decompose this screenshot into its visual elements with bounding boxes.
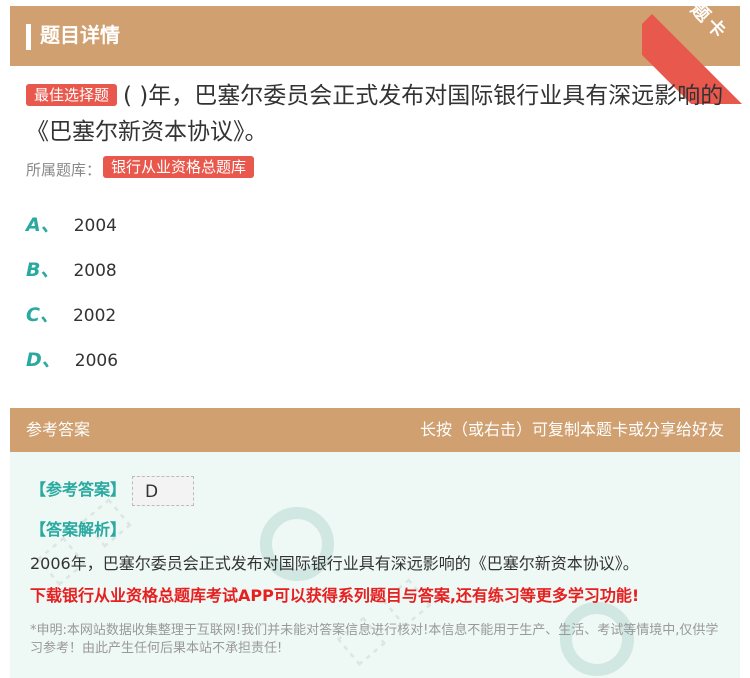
disclaimer: *申明:本网站数据收集整理于互联网!我们并未能对答案信息进行核对!本信息不能用于… — [30, 623, 719, 656]
option-letter: B、 — [26, 259, 60, 281]
answer-value: D — [132, 476, 194, 506]
source-tag[interactable]: 银行从业资格总题库 — [103, 156, 255, 178]
question-text: ( )年，巴塞尔委员会正式发布对国际银行业具有深远影响的《巴塞尔新资本协议》。 — [26, 83, 724, 145]
header-title: 题目详情 — [40, 23, 120, 47]
detail-header: 题目详情 — [10, 6, 740, 66]
option-a[interactable]: A、 2004 — [26, 212, 117, 239]
question-type-tag: 最佳选择题 — [26, 84, 118, 106]
option-d[interactable]: D、 2006 — [26, 347, 118, 374]
answer-label: 【参考答案】 — [30, 480, 127, 499]
analysis-text: 2006年，巴塞尔委员会正式发布对国际银行业具有深远影响的《巴塞尔新资本协议》。 — [30, 554, 639, 573]
source-label: 所属题库： — [26, 161, 102, 179]
download-promo[interactable]: 下载银行从业资格总题库考试APP可以获得系列题目与答案,还有练习等更多学习功能! — [30, 584, 639, 608]
question-stem: 最佳选择题( )年，巴塞尔委员会正式发布对国际银行业具有深远影响的《巴塞尔新资本… — [26, 78, 726, 150]
option-b[interactable]: B、 2008 — [26, 257, 117, 284]
answer-section-title: 参考答案 — [26, 420, 91, 439]
answer-body: ⬚ ⬚ ⬚ ⬚ 【参考答案】 D 【答案解析】 2006年，巴塞尔委员会正式发布… — [10, 452, 740, 678]
question-source: 所属题库： 银行从业资格总题库 — [26, 156, 260, 183]
option-text: 2008 — [73, 261, 117, 281]
option-c[interactable]: C、 2002 — [26, 302, 116, 329]
ribbon-label: 题卡 — [686, 0, 733, 45]
option-letter: D、 — [26, 349, 61, 371]
header-accent-bar — [26, 24, 31, 50]
answer-header: 参考答案 长按（或右击）可复制本题卡或分享给好友 — [10, 408, 740, 452]
option-text: 2006 — [74, 351, 119, 371]
analysis-label: 【答案解析】 — [30, 520, 127, 539]
option-letter: A、 — [26, 214, 60, 236]
option-text: 2004 — [73, 216, 117, 236]
share-hint: 长按（或右击）可复制本题卡或分享给好友 — [419, 420, 724, 439]
option-letter: C、 — [26, 304, 59, 326]
option-text: 2002 — [72, 306, 117, 326]
